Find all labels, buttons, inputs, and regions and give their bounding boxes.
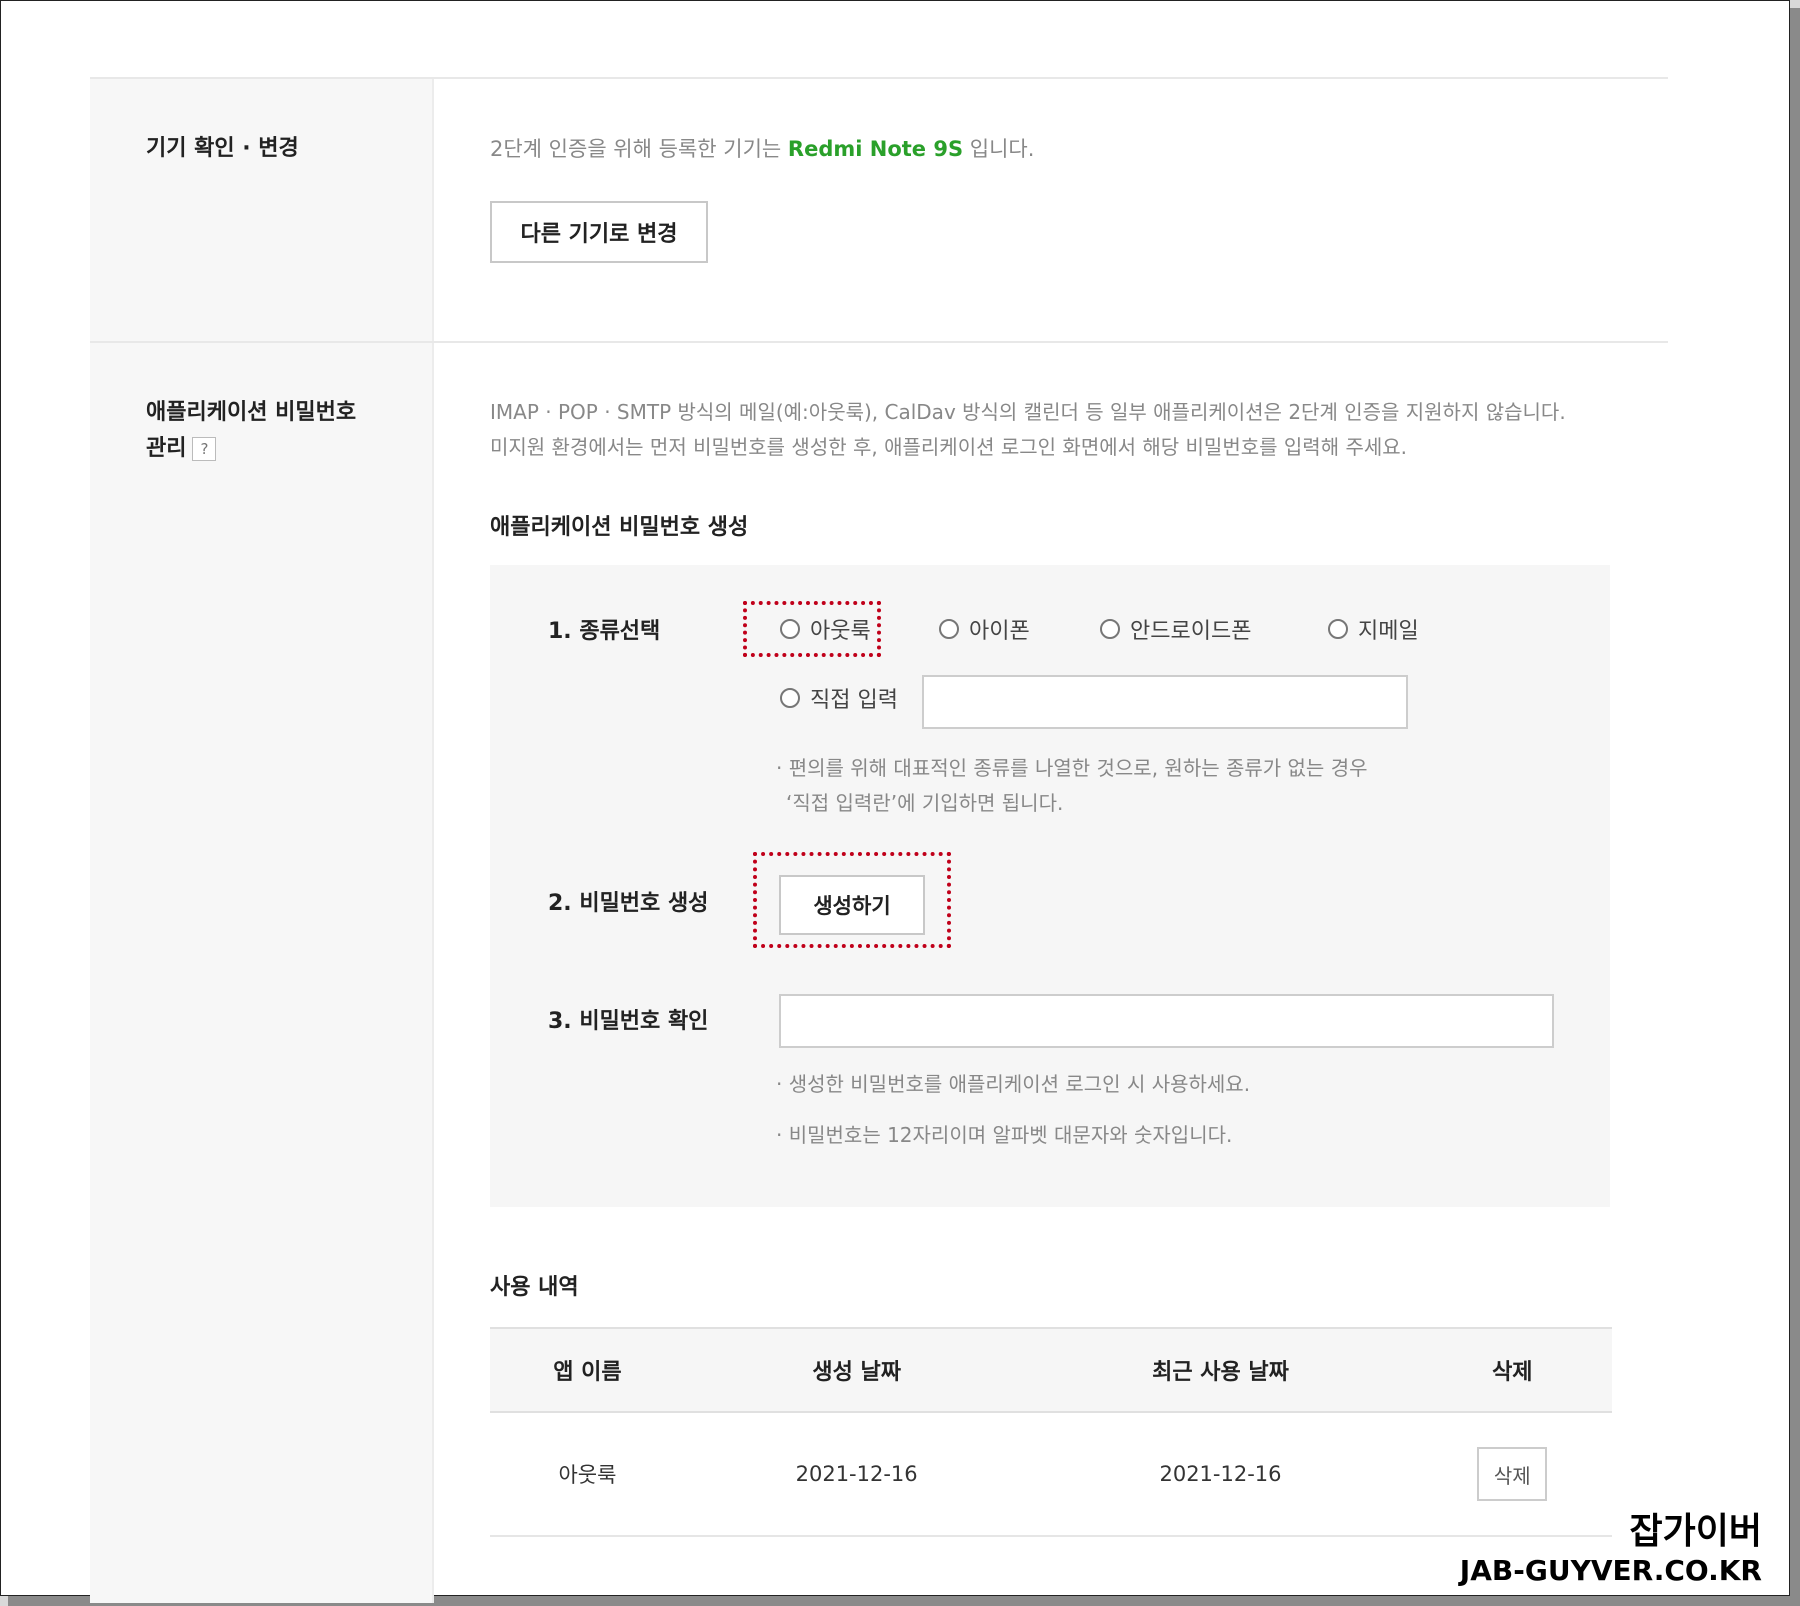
step1-label: 1. 종류선택 — [548, 619, 661, 644]
history-header-row: 앱 이름 생성 날짜 최근 사용 날짜 삭제 — [490, 1327, 1612, 1413]
device-section-content: 2단계 인증을 위해 등록한 기기는 Redmi Note 9S 입니다. 다른… — [434, 79, 1668, 341]
radio-circle-icon — [1328, 619, 1348, 639]
watermark-english: JAB-GUYVER.CO.KR — [1459, 1554, 1762, 1587]
confirm-note2: · 비밀번호는 12자리이며 알파벳 대문자와 숫자입니다. — [776, 1123, 1233, 1147]
description-line1: IMAP · POP · SMTP 방식의 메일(예:아웃룩), CalDav … — [490, 400, 1566, 424]
header-delete: 삭제 — [1412, 1327, 1612, 1413]
radio-label-iphone: 아이폰 — [969, 619, 1030, 644]
step2-label: 2. 비밀번호 생성 — [548, 891, 709, 916]
radio-circle-icon — [780, 619, 800, 639]
radio-option-iphone[interactable]: 아이폰 — [939, 613, 1030, 645]
security-settings: 기기 확인 · 변경 2단계 인증을 위해 등록한 기기는 Redmi Note… — [90, 77, 1668, 1603]
section-label-line1: 애플리케이션 비밀번호 — [146, 400, 357, 425]
change-device-button[interactable]: 다른 기기로 변경 — [490, 201, 708, 263]
generate-title: 애플리케이션 비밀번호 생성 — [490, 515, 749, 540]
app-password-content: IMAP · POP · SMTP 방식의 메일(예:아웃룩), CalDav … — [434, 343, 1668, 1603]
device-section-label: 기기 확인 · 변경 — [90, 79, 434, 341]
type-note: · 편의를 위해 대표적인 종류를 나열한 것으로, 원하는 종류가 없는 경우… — [776, 751, 1368, 821]
section-label-line2-text: 관리 — [146, 436, 187, 461]
cell-last-used-date: 2021-12-16 — [1028, 1412, 1413, 1537]
step3-label: 3. 비밀번호 확인 — [548, 1009, 709, 1034]
confirm-note1: · 생성한 비밀번호를 애플리케이션 로그인 시 사용하세요. — [776, 1072, 1251, 1096]
header-created-date: 생성 날짜 — [684, 1327, 1029, 1413]
section-label-line2: 관리? — [146, 431, 432, 467]
delete-button[interactable]: 삭제 — [1477, 1447, 1548, 1501]
type-note-line1: · 편의를 위해 대표적인 종류를 나열한 것으로, 원하는 종류가 없는 경우 — [776, 756, 1368, 780]
watermark-korean: 잡가이버 — [1629, 1511, 1762, 1552]
generated-password-field[interactable] — [779, 994, 1554, 1048]
app-password-section-label: 애플리케이션 비밀번호 관리? — [90, 343, 434, 1603]
site-watermark: 잡가이버 JAB-GUYVER.CO.KR — [1460, 1510, 1762, 1588]
table-row: 아웃룩 2021-12-16 2021-12-16 삭제 — [490, 1412, 1612, 1537]
radio-option-outlook[interactable]: 아웃룩 — [780, 613, 871, 645]
history-table: 앱 이름 생성 날짜 최근 사용 날짜 삭제 아웃룩 2021-12-16 20… — [490, 1327, 1612, 1537]
device-text-after: 입니다. — [963, 137, 1035, 161]
radio-option-direct-input[interactable]: 직접 입력 — [780, 682, 898, 714]
device-section: 기기 확인 · 변경 2단계 인증을 위해 등록한 기기는 Redmi Note… — [90, 77, 1668, 341]
radio-label-android: 안드로이드폰 — [1130, 619, 1252, 644]
device-name: Redmi Note 9S — [787, 137, 964, 161]
device-text-before: 2단계 인증을 위해 등록한 기기는 — [490, 137, 788, 161]
header-app-name: 앱 이름 — [490, 1327, 685, 1413]
direct-input-field[interactable] — [922, 675, 1408, 729]
radio-label-gmail: 지메일 — [1358, 619, 1419, 644]
header-last-used-date: 최근 사용 날짜 — [1028, 1327, 1413, 1413]
radio-label-outlook: 아웃룩 — [810, 619, 871, 644]
radio-circle-icon — [780, 688, 800, 708]
app-password-section: 애플리케이션 비밀번호 관리? IMAP · POP · SMTP 방식의 메일… — [90, 341, 1668, 1603]
screenshot-frame: 기기 확인 · 변경 2단계 인증을 위해 등록한 기기는 Redmi Note… — [0, 0, 1790, 1603]
registered-device-text: 2단계 인증을 위해 등록한 기기는 Redmi Note 9S 입니다. — [490, 131, 1668, 167]
generate-button[interactable]: 생성하기 — [779, 875, 925, 935]
radio-option-gmail[interactable]: 지메일 — [1328, 613, 1419, 645]
description-line2: 미지원 환경에서는 먼저 비밀번호를 생성한 후, 애플리케이션 로그인 화면에… — [490, 435, 1408, 459]
radio-circle-icon — [939, 619, 959, 639]
radio-label-direct-input: 직접 입력 — [810, 688, 898, 713]
generate-panel: 1. 종류선택 아웃룩 아이폰 안드로이드폰 지메일 직접 입력 · 편의를 위… — [490, 565, 1610, 1207]
radio-circle-icon — [1100, 619, 1120, 639]
app-password-description: IMAP · POP · SMTP 방식의 메일(예:아웃룩), CalDav … — [490, 395, 1620, 465]
window-shadow-right — [1790, 8, 1800, 1606]
cell-app-name: 아웃룩 — [490, 1412, 685, 1537]
help-icon[interactable]: ? — [192, 437, 217, 461]
cell-created-date: 2021-12-16 — [684, 1412, 1029, 1537]
radio-option-android[interactable]: 안드로이드폰 — [1100, 613, 1251, 645]
type-note-line2: ‘직접 입력란’에 기입하면 됩니다. — [786, 791, 1064, 815]
history-title: 사용 내역 — [490, 1275, 579, 1300]
